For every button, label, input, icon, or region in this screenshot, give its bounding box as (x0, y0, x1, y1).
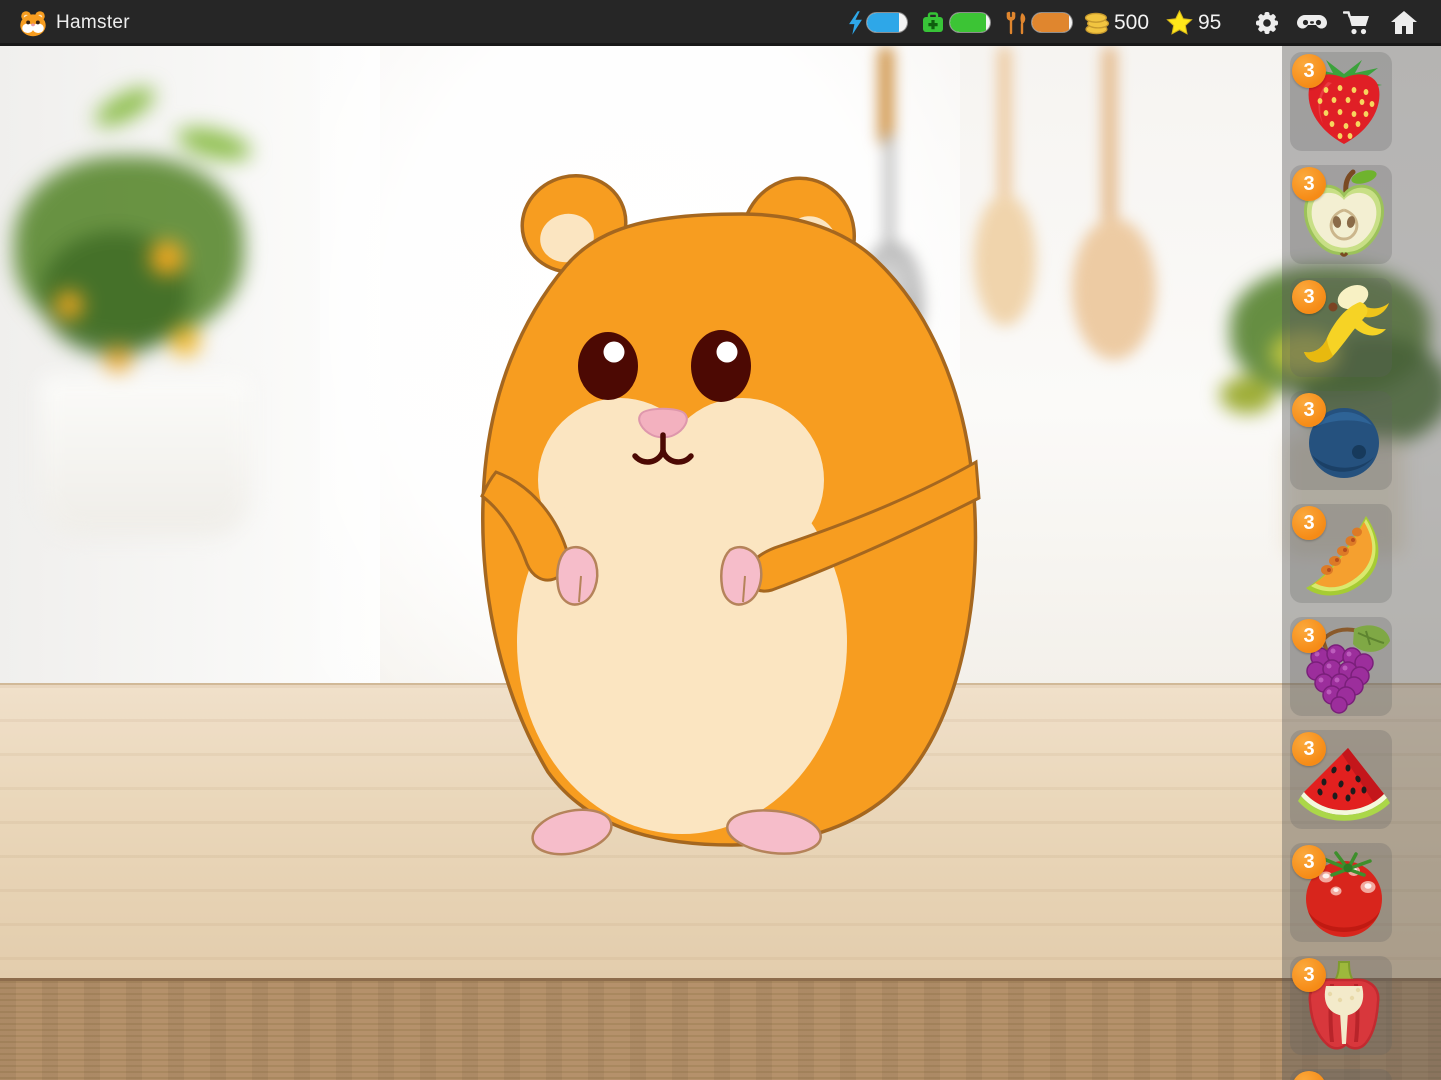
plant-left (0, 46, 320, 526)
energy-bar (866, 12, 908, 33)
inventory-item-hidden[interactable] (1290, 1069, 1392, 1080)
coins-icon (1084, 0, 1111, 46)
item-count-badge (1292, 1071, 1326, 1080)
inventory-item-apple[interactable]: 3 (1290, 165, 1392, 264)
inventory-item-banana[interactable]: 3 (1290, 278, 1392, 377)
item-count-badge: 3 (1292, 280, 1326, 314)
item-count-badge: 3 (1292, 54, 1326, 88)
inventory-item-grapes[interactable]: 3 (1290, 617, 1392, 716)
games-button[interactable] (1296, 0, 1328, 46)
inventory-item-melon[interactable]: 3 (1290, 504, 1392, 603)
item-count-badge: 3 (1292, 619, 1326, 653)
inventory-sidebar: 3 3 (1282, 46, 1441, 1080)
health-bar (949, 12, 991, 33)
hamster-graphic (482, 165, 979, 861)
item-count-badge: 3 (1292, 506, 1326, 540)
item-count-badge: 3 (1292, 732, 1326, 766)
item-count-badge: 3 (1292, 393, 1326, 427)
item-count-badge: 3 (1292, 958, 1326, 992)
pet-hamster[interactable] (470, 162, 990, 862)
home-button[interactable] (1390, 0, 1418, 46)
app-logo-icon (18, 0, 48, 46)
counter-front (0, 978, 1441, 1080)
shop-button[interactable] (1343, 0, 1371, 46)
food-icon (1006, 0, 1029, 46)
health-icon (921, 0, 945, 46)
topbar: Hamster (0, 0, 1441, 46)
stars-count: 95 (1198, 0, 1221, 46)
inventory-item-tomato[interactable]: 3 (1290, 843, 1392, 942)
kitchen-background: 3 3 (0, 46, 1441, 1080)
food-bar (1031, 12, 1073, 33)
star-icon (1166, 0, 1193, 46)
item-count-badge: 3 (1292, 167, 1326, 201)
coins-count: 500 (1114, 0, 1149, 46)
energy-icon (848, 0, 863, 46)
item-count-badge: 3 (1292, 845, 1326, 879)
app-title: Hamster (56, 0, 130, 46)
inventory-item-watermelon[interactable]: 3 (1290, 730, 1392, 829)
inventory-item-blueberry[interactable]: 3 (1290, 391, 1392, 490)
inventory-item-strawberry[interactable]: 3 (1290, 52, 1392, 151)
game-stage: 3 3 (0, 0, 1441, 1080)
settings-button[interactable] (1254, 0, 1280, 46)
inventory-item-pepper[interactable]: 3 (1290, 956, 1392, 1055)
